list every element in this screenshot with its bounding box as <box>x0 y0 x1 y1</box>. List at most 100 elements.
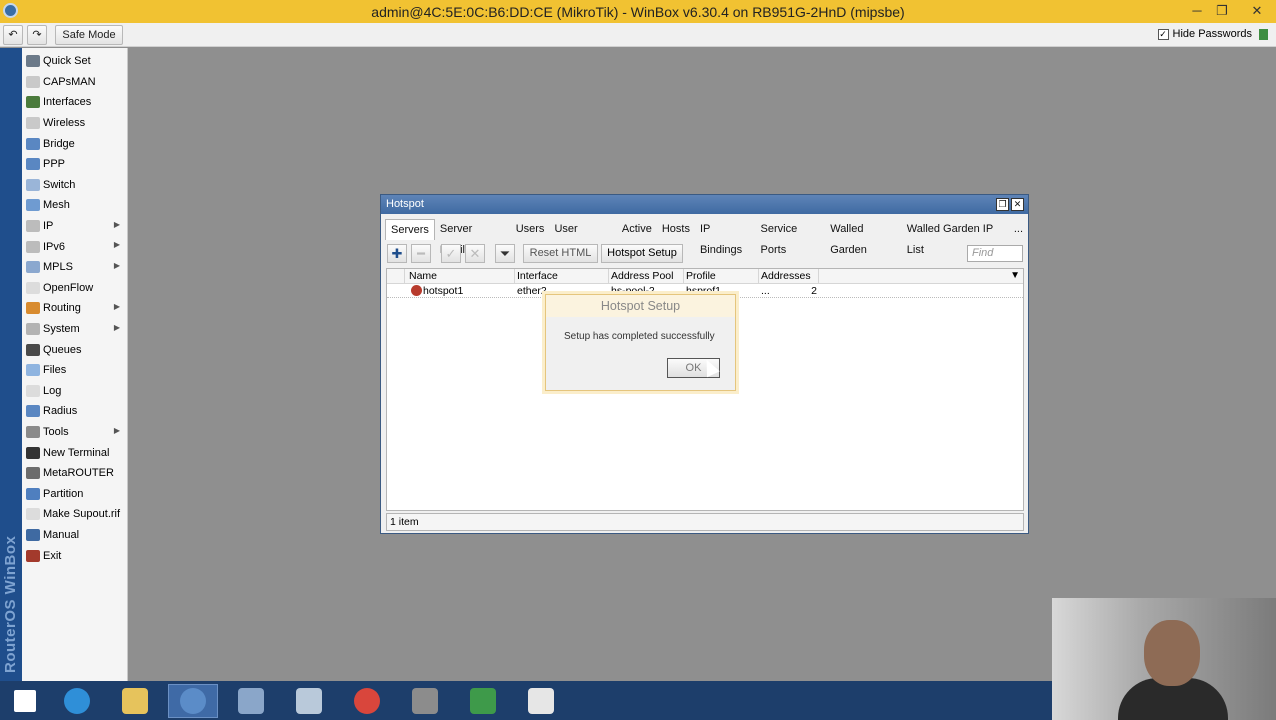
sidebar-item-bridge[interactable]: Bridge <box>22 133 126 154</box>
tab-user-profiles[interactable]: User Profiles <box>549 219 616 256</box>
hotspot-restore-button[interactable]: ❐ <box>996 198 1009 211</box>
maximize-button[interactable]: ❐ <box>1212 2 1232 20</box>
sidebar-item-mpls[interactable]: MPLS ▶ <box>22 257 126 278</box>
sidebar-item-capsman[interactable]: CAPsMAN <box>22 72 126 93</box>
sidebar-item-tools[interactable]: Tools ▶ <box>22 422 126 443</box>
taskbar-calculator-button[interactable] <box>284 684 334 718</box>
sidebar-item-mesh[interactable]: Mesh <box>22 195 126 216</box>
disable-button[interactable]: ✕ <box>465 244 485 263</box>
webcam-overlay <box>1052 598 1276 720</box>
sidebar-item-metarouter[interactable]: MetaROUTER <box>22 463 126 484</box>
sidebar-item-ip[interactable]: IP ▶ <box>22 216 126 237</box>
taskbar-app-grid-button[interactable] <box>400 684 450 718</box>
sidebar-item-interfaces[interactable]: Interfaces <box>22 92 126 113</box>
sidebar-item-label: Queues <box>43 343 82 356</box>
sidebar-item-manual[interactable]: Manual <box>22 525 126 546</box>
sidebar-item-new-terminal[interactable]: New Terminal <box>22 442 126 463</box>
taskbar-windows-start-button[interactable] <box>0 684 50 718</box>
filter-button[interactable]: ⏷ <box>495 244 515 263</box>
taskbar-remote-desktop-button[interactable] <box>226 684 276 718</box>
sidebar-item-quick-set[interactable]: Quick Set <box>22 51 126 72</box>
submenu-arrow-icon: ▶ <box>113 240 120 250</box>
safe-mode-button[interactable]: Safe Mode <box>55 25 123 45</box>
redo-button[interactable]: ↷ <box>27 25 47 45</box>
tab-service-ports[interactable]: Service Ports <box>756 219 826 256</box>
app-grid-icon <box>412 688 438 714</box>
sidebar-item-label: Quick Set <box>43 55 91 68</box>
supout-icon <box>26 508 40 521</box>
undo-button[interactable]: ↶ <box>3 25 23 45</box>
sidebar-item-label: Files <box>43 364 67 377</box>
sidebar-item-files[interactable]: Files <box>22 360 126 381</box>
sidebar-item-radius[interactable]: Radius <box>22 401 126 422</box>
column-header-interface[interactable]: Interface <box>515 269 609 284</box>
sidebar-item-ppp[interactable]: PPP <box>22 154 126 175</box>
table-header: Name Interface Address Pool Profile Addr… <box>387 269 1023 297</box>
sidebar-item-wireless[interactable]: Wireless <box>22 113 126 134</box>
tab-active[interactable]: Active <box>617 219 657 240</box>
cell-interface: ether2 <box>517 285 547 297</box>
submenu-arrow-icon: ▶ <box>113 302 120 312</box>
sidebar-item-switch[interactable]: Switch <box>22 175 126 196</box>
switch-icon <box>26 178 40 191</box>
tab-hosts[interactable]: Hosts <box>657 219 695 240</box>
add-button[interactable]: ✚ <box>387 244 407 263</box>
sidebar-item-queues[interactable]: Queues <box>22 339 126 360</box>
find-input[interactable]: Find <box>967 245 1023 262</box>
hide-passwords-checkbox[interactable]: ✓ <box>1157 28 1169 40</box>
hotspot-titlebar[interactable]: Hotspot ❐ ✕ <box>381 195 1028 214</box>
sidebar-item-log[interactable]: Log <box>22 381 126 402</box>
submenu-arrow-icon: ▶ <box>113 425 120 435</box>
column-header-profile[interactable]: Profile <box>684 269 759 284</box>
taskbar-internet-explorer-button[interactable] <box>52 684 102 718</box>
hotspot-setup-button[interactable]: Hotspot Setup <box>601 244 683 263</box>
sidebar-item-make-supout-rif[interactable]: Make Supout.rif <box>22 504 126 525</box>
taskbar-camtasia-studio-button[interactable] <box>516 684 566 718</box>
hide-passwords-label: Hide Passwords <box>1172 28 1252 40</box>
sidebar-item-exit[interactable]: Exit <box>22 545 126 566</box>
column-header-addresses[interactable]: Addresses ... <box>759 269 819 297</box>
sidebar: RouterOS WinBox Quick Set CAPsMAN Interfac… <box>0 48 128 681</box>
reset-html-button[interactable]: Reset HTML <box>523 244 598 263</box>
sidebar-item-label: Interfaces <box>43 96 92 109</box>
sidebar-item-label: Wireless <box>43 117 86 130</box>
tab-more[interactable]: ... <box>1009 219 1028 240</box>
tab-walled-garden-ip-list[interactable]: Walled Garden IP List <box>902 219 1009 256</box>
winbox-icon <box>180 688 206 714</box>
tab-server-profiles[interactable]: Server Profiles <box>435 219 511 256</box>
tab-servers[interactable]: Servers <box>385 219 435 240</box>
taskbar-camtasia-recorder-button[interactable] <box>458 684 508 718</box>
hotspot-close-button[interactable]: ✕ <box>1011 198 1024 211</box>
tab-users[interactable]: Users <box>511 219 550 240</box>
close-button[interactable]: ✕ <box>1247 2 1267 20</box>
sidebar-item-label: System <box>43 323 80 336</box>
manual-icon <box>26 528 40 541</box>
sidebar-item-partition[interactable]: Partition <box>22 483 126 504</box>
camtasia-studio-icon <box>528 688 554 714</box>
hotspot-toolbar: ✚ ━ ✓ ✕ ⏷ Reset HTML Hotspot Setup Find <box>387 244 1023 264</box>
sidebar-item-label: Switch <box>43 178 76 191</box>
sidebar-item-system[interactable]: System ▶ <box>22 319 126 340</box>
winbox-app-icon <box>3 3 18 18</box>
column-header-address-pool[interactable]: Address Pool <box>609 269 684 284</box>
columns-dropdown-icon[interactable]: ▼ <box>1010 270 1020 281</box>
hide-passwords-toggle[interactable]: ✓ Hide Passwords <box>1157 28 1252 40</box>
wireless-icon <box>26 117 40 130</box>
windows-start-icon <box>14 690 36 712</box>
column-header-name[interactable]: Name <box>407 269 515 284</box>
sidebar-item-label: OpenFlow <box>43 281 94 294</box>
radius-icon <box>26 405 40 418</box>
taskbar-winbox-button[interactable] <box>168 684 218 718</box>
taskbar-chrome-button[interactable] <box>342 684 392 718</box>
system-icon <box>26 323 40 336</box>
sidebar-item-routing[interactable]: Routing ▶ <box>22 298 126 319</box>
sidebar-item-ipv6[interactable]: IPv6 ▶ <box>22 236 126 257</box>
minimize-button[interactable]: ─ <box>1187 2 1207 20</box>
sidebar-item-openflow[interactable]: OpenFlow <box>22 278 126 299</box>
remote-desktop-icon <box>238 688 264 714</box>
taskbar-file-explorer-button[interactable] <box>110 684 160 718</box>
tab-ip-bindings[interactable]: IP Bindings <box>695 219 756 256</box>
tab-walled-garden[interactable]: Walled Garden <box>825 219 902 256</box>
remove-button[interactable]: ━ <box>411 244 431 263</box>
enable-button[interactable]: ✓ <box>441 244 461 263</box>
